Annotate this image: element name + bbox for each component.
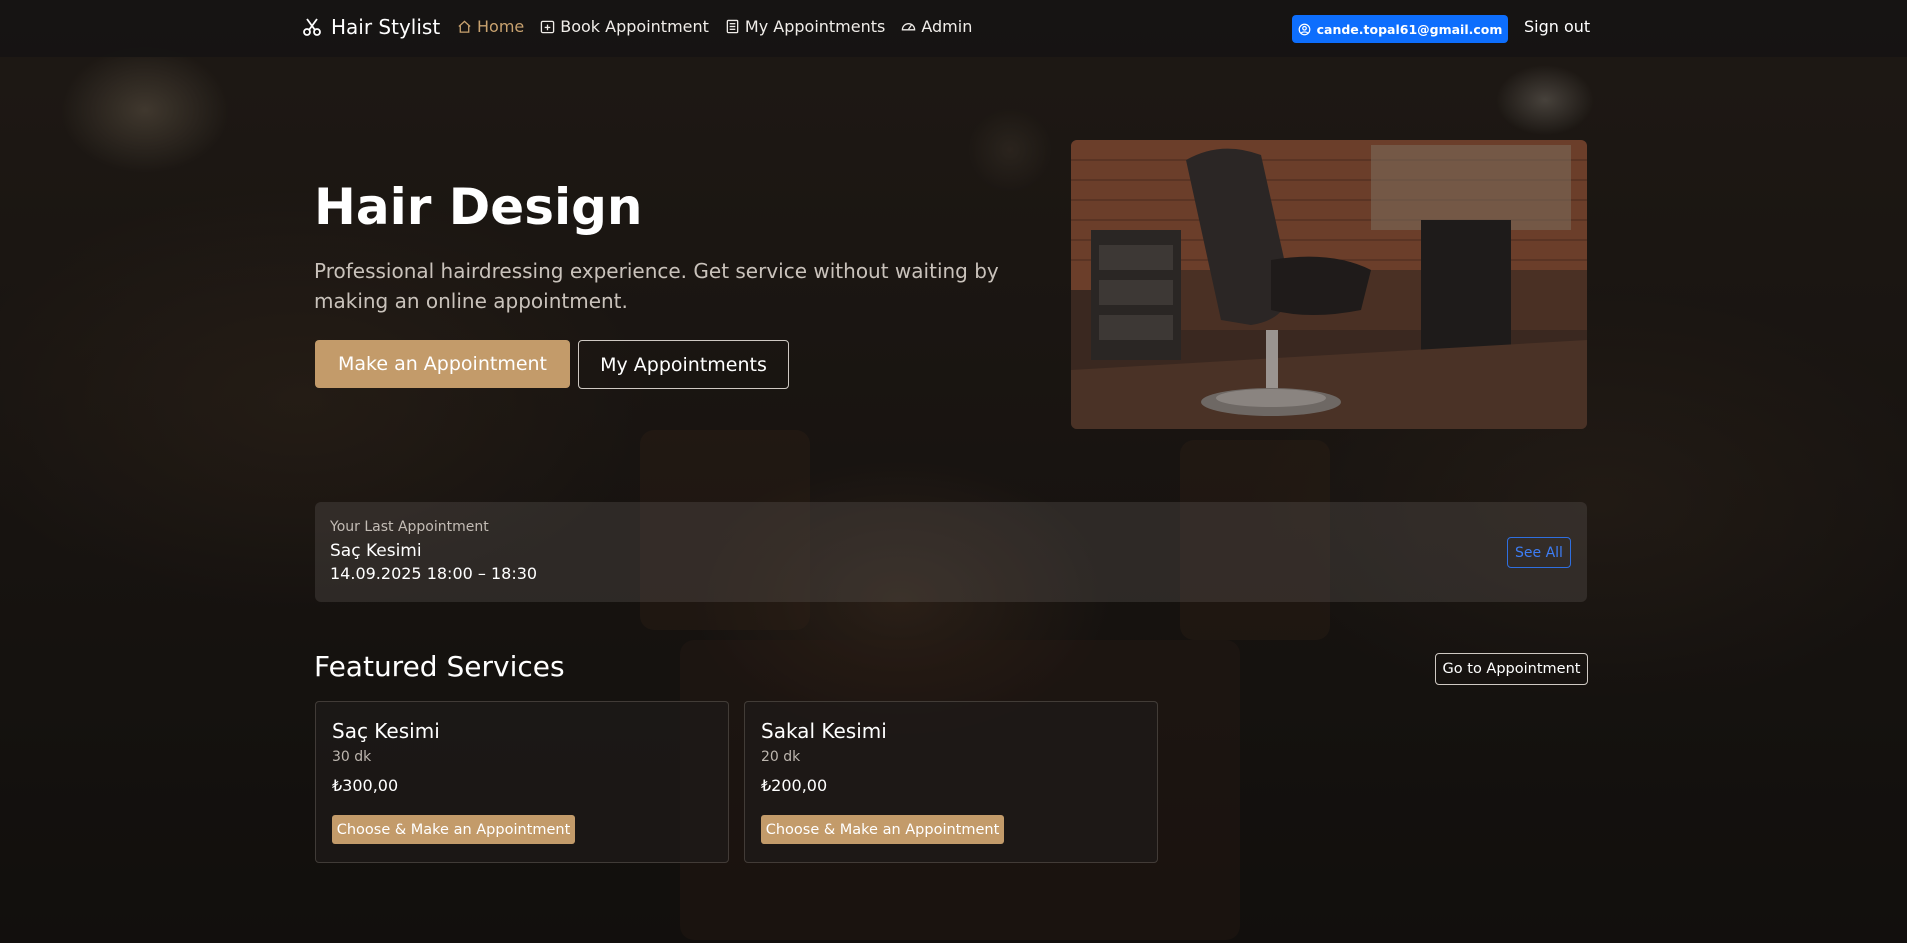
user-email: cande.topal61@gmail.com bbox=[1316, 21, 1503, 37]
service-name: Sakal Kesimi bbox=[761, 719, 887, 743]
speedometer-icon bbox=[902, 23, 916, 31]
service-duration: 20 dk bbox=[761, 749, 801, 765]
nav-admin[interactable]: Admin bbox=[901, 17, 972, 36]
choose-service-button[interactable]: Choose & Make an Appointment bbox=[761, 815, 1004, 844]
sign-out-link[interactable]: Sign out bbox=[1524, 17, 1590, 36]
brand-name: Hair Stylist bbox=[331, 15, 441, 39]
service-price: ₺300,00 bbox=[332, 776, 399, 795]
nav-my-appointments-label: My Appointments bbox=[744, 17, 886, 36]
service-duration: 30 dk bbox=[332, 749, 372, 765]
featured-services-title: Featured Services bbox=[314, 650, 565, 683]
nav-home[interactable]: Home bbox=[457, 17, 524, 36]
hero-subtitle: Professional hairdressing experience. Ge… bbox=[314, 259, 999, 313]
scissors-icon bbox=[303, 18, 321, 36]
last-appointment-time: 14.09.2025 18:00 – 18:30 bbox=[330, 564, 538, 583]
last-appointment-card: Your Last Appointment Saç Kesimi 14.09.2… bbox=[315, 502, 1587, 602]
nav-my-appointments[interactable]: My Appointments bbox=[725, 17, 885, 36]
hero-title: Hair Design bbox=[314, 178, 643, 236]
nav-book-appointment[interactable]: Book Appointment bbox=[540, 17, 709, 36]
go-to-appointment-button[interactable]: Go to Appointment bbox=[1435, 653, 1588, 685]
calendar-plus-icon bbox=[541, 20, 555, 34]
nav-menu: Home Book Appointment My Appointments Ad… bbox=[457, 17, 972, 36]
my-appointments-button[interactable]: My Appointments bbox=[578, 340, 789, 389]
home-icon bbox=[458, 20, 471, 33]
list-document-icon bbox=[726, 19, 739, 34]
service-name: Saç Kesimi bbox=[332, 719, 440, 743]
user-circle-icon bbox=[1298, 23, 1310, 35]
service-card: Sakal Kesimi 20 dk ₺200,00 Choose & Make… bbox=[744, 701, 1158, 863]
nav-book-appointment-label: Book Appointment bbox=[560, 17, 709, 36]
navbar: Hair Stylist Home Book Appointment My Ap… bbox=[0, 0, 1907, 57]
nav-home-label: Home bbox=[477, 17, 525, 36]
user-account-button[interactable]: cande.topal61@gmail.com bbox=[1292, 15, 1508, 43]
nav-admin-label: Admin bbox=[921, 17, 973, 36]
last-appointment-label: Your Last Appointment bbox=[330, 519, 489, 535]
brand-link[interactable]: Hair Stylist bbox=[302, 15, 440, 39]
service-price: ₺200,00 bbox=[761, 776, 828, 795]
barber-chair-image bbox=[1071, 140, 1587, 429]
choose-service-button[interactable]: Choose & Make an Appointment bbox=[332, 815, 575, 844]
see-all-button[interactable]: See All bbox=[1507, 537, 1571, 568]
last-appointment-service: Saç Kesimi bbox=[330, 541, 422, 561]
service-card: Saç Kesimi 30 dk ₺300,00 Choose & Make a… bbox=[315, 701, 729, 863]
make-appointment-button[interactable]: Make an Appointment bbox=[315, 340, 570, 388]
